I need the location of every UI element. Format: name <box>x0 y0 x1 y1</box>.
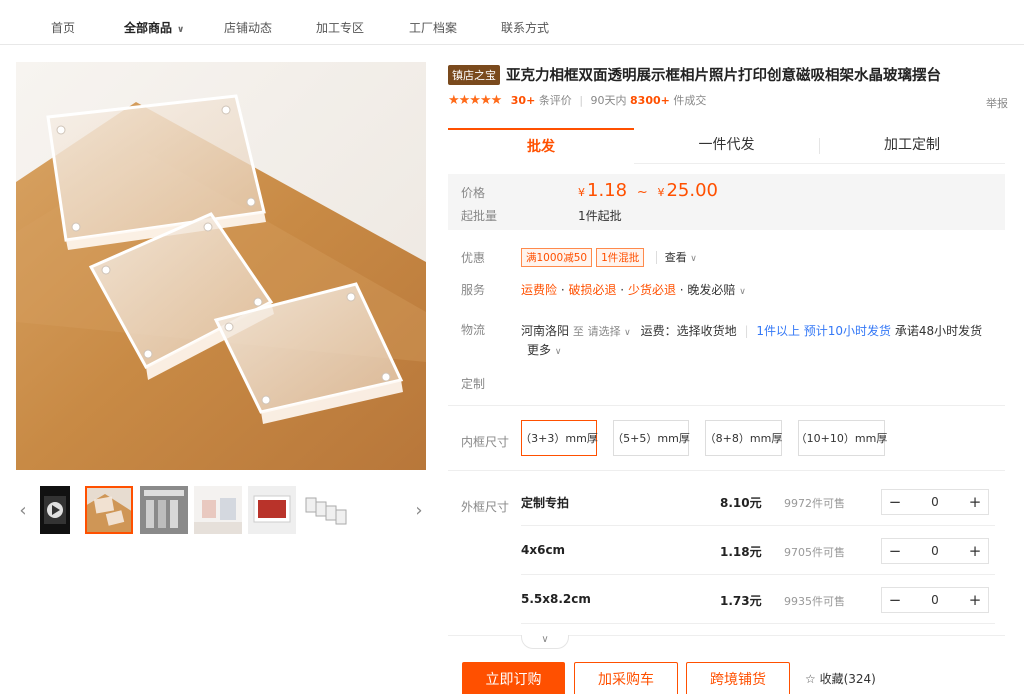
chevron-down-icon: ∨ <box>554 347 562 357</box>
purchase-mode-tabs: 批发 一件代发 加工定制 <box>448 128 1005 164</box>
minus-icon[interactable]: − <box>882 588 908 612</box>
thumbnail-image <box>302 486 350 534</box>
logistics-more-link[interactable]: 更多 ∨ <box>527 341 561 358</box>
sku-price: 8.10元 <box>720 496 762 510</box>
product-photo <box>16 62 426 470</box>
cross-border-button[interactable]: 跨境铺货 <box>686 662 790 694</box>
tab-dropship[interactable]: 一件代发 <box>634 128 819 164</box>
star-rating-icon: ★★★★★ <box>448 93 502 108</box>
moq-value: 1件起批 <box>578 209 622 223</box>
tab-custom[interactable]: 加工定制 <box>819 128 1005 164</box>
sku-price: 1.73元 <box>720 594 762 608</box>
service-row[interactable]: 运费险 · 破损必退 · 少货必退 · 晚发必赔 ∨ <box>521 281 746 298</box>
quantity-stepper: − 0 + <box>881 587 989 613</box>
thumbnail-video[interactable] <box>40 486 70 534</box>
nav-processing[interactable]: 加工专区 <box>316 19 364 36</box>
inner-size-option-3-3[interactable]: （3+3）mm厚 <box>520 420 598 456</box>
plus-icon[interactable]: + <box>962 588 988 612</box>
star-outline-icon: ☆ <box>805 672 816 686</box>
chevron-down-icon: ∨ <box>541 634 549 645</box>
price-label: 价格 <box>461 186 486 200</box>
nav-contact[interactable]: 联系方式 <box>501 19 549 36</box>
promo-row: 满1000减50 1件混批 查看 ∨ <box>521 248 697 267</box>
custom-label: 定制 <box>461 377 486 391</box>
chevron-down-icon: ∨ <box>690 254 697 264</box>
store-treasure-badge: 镇店之宝 <box>448 65 500 85</box>
logistics-row: 河南洛阳 至 请选择 ∨ 运费：选择收货地 | 1件以上 预计10小时发货 承诺… <box>521 324 983 338</box>
product-title: 镇店之宝 亚克力相框双面透明展示框相片照片打印创意磁吸相架水晶玻璃摆台 <box>448 64 1008 85</box>
quantity-input[interactable]: 0 <box>908 539 962 563</box>
destination-select[interactable]: 请选择 ∨ <box>588 325 631 338</box>
minus-icon[interactable]: − <box>882 539 908 563</box>
nav-store-news[interactable]: 店铺动态 <box>224 19 272 36</box>
play-icon <box>44 496 66 524</box>
logistics-label: 物流 <box>461 323 486 337</box>
shipping-promise: 承诺48小时发货 <box>894 324 983 338</box>
thumbnail-image <box>85 486 133 534</box>
shipping-fee: 运费：选择收货地 <box>640 324 737 338</box>
service-label: 服务 <box>461 283 486 297</box>
nav-all-products[interactable]: 全部商品 ∨ <box>124 19 184 36</box>
sku-row: 定制专拍 8.10元 9972件可售 − 0 + <box>521 478 995 526</box>
sku-stock: 9935件可售 <box>784 595 845 608</box>
expand-sku-toggle[interactable]: ∨ <box>521 635 569 649</box>
inner-size-option-5-5[interactable]: （5+5）mm厚 <box>612 420 690 456</box>
chevron-left-icon[interactable]: ‹ <box>16 486 30 534</box>
chevron-down-icon: ∨ <box>624 328 631 338</box>
thumbnail-image <box>194 486 242 534</box>
report-link[interactable]: 举报 <box>986 95 1008 111</box>
sku-stock: 9705件可售 <box>784 546 845 559</box>
promo-tag-mixed: 1件混批 <box>596 248 645 267</box>
sku-name: 5.5x8.2cm <box>521 592 591 606</box>
sku-name: 定制专拍 <box>521 496 570 510</box>
sku-row: 5.5x8.2cm 1.73元 9935件可售 − 0 + <box>521 576 995 624</box>
sales-count: 8300+ <box>630 94 670 107</box>
review-count[interactable]: 30+ <box>511 94 536 107</box>
outer-size-label: 外框尺寸 <box>461 500 510 514</box>
moq-label: 起批量 <box>461 209 498 223</box>
inner-size-option-8-8[interactable]: （8+8）mm厚 <box>705 420 782 456</box>
shipping-eta: 预计10小时发货 <box>803 324 892 338</box>
thumbnail-4[interactable] <box>248 486 296 534</box>
quantity-stepper: − 0 + <box>881 489 989 515</box>
quantity-stepper: − 0 + <box>881 538 989 564</box>
chevron-right-icon[interactable]: › <box>412 486 426 534</box>
sku-name: 4x6cm <box>521 543 566 557</box>
thumbnail-image <box>140 486 188 534</box>
price-box: 价格 ¥1.18 ~ ¥25.00 起批量 1件起批 <box>448 174 1005 230</box>
nav-factory[interactable]: 工厂档案 <box>409 19 457 36</box>
thumbnail-3[interactable] <box>194 486 242 534</box>
chevron-down-icon: ∨ <box>739 287 746 297</box>
main-product-image[interactable] <box>16 62 426 470</box>
buy-now-button[interactable]: 立即订购 <box>462 662 565 694</box>
store-nav: 首页 全部商品 ∨ 店铺动态 加工专区 工厂档案 联系方式 <box>0 0 1024 45</box>
rating-row: ★★★★★ 30+ 条评价 | 90天内 8300+ 件成交 举报 <box>448 93 1008 111</box>
sku-row: 4x6cm 1.18元 9705件可售 − 0 + <box>521 527 995 575</box>
quantity-input[interactable]: 0 <box>908 490 962 514</box>
price-range: ¥1.18 ~ ¥25.00 <box>578 180 718 201</box>
promo-label: 优惠 <box>461 251 486 265</box>
sku-stock: 9972件可售 <box>784 497 845 510</box>
inner-size-label: 内框尺寸 <box>461 435 510 449</box>
promo-view-link[interactable]: 查看 ∨ <box>655 251 697 264</box>
thumbnail-1[interactable] <box>85 486 133 534</box>
add-to-cart-button[interactable]: 加采购车 <box>574 662 678 694</box>
favorite-button[interactable]: ☆ 收藏(324) <box>805 670 876 687</box>
inner-size-option-10-10[interactable]: （10+10）mm厚 <box>796 420 887 456</box>
chevron-down-icon: ∨ <box>177 25 185 35</box>
thumbnail-image <box>248 486 296 534</box>
plus-icon[interactable]: + <box>962 490 988 514</box>
thumbnail-strip: ‹ › <box>16 486 426 534</box>
nav-home[interactable]: 首页 <box>51 19 75 36</box>
thumbnail-5[interactable] <box>302 486 350 534</box>
plus-icon[interactable]: + <box>962 539 988 563</box>
tab-wholesale[interactable]: 批发 <box>448 128 634 164</box>
minus-icon[interactable]: − <box>882 490 908 514</box>
promo-tag-discount: 满1000减50 <box>521 248 593 267</box>
sku-price: 1.18元 <box>720 545 762 559</box>
shipping-origin: 河南洛阳 <box>521 324 570 338</box>
quantity-input[interactable]: 0 <box>908 588 962 612</box>
thumbnail-2[interactable] <box>140 486 188 534</box>
